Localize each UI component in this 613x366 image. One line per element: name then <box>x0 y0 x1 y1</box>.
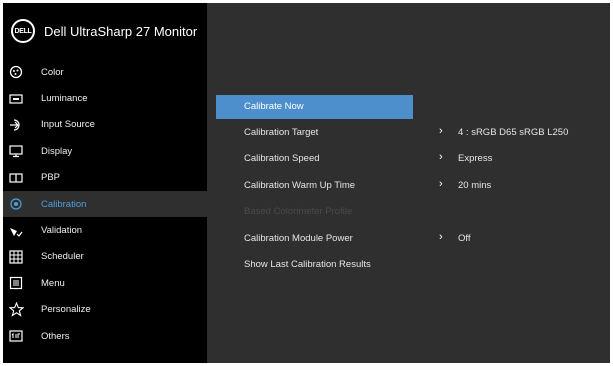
calibration-warm-up-item[interactable]: Calibration Warm Up Time › 20 mins <box>216 174 606 198</box>
sidebar-item-label: PBP <box>41 172 61 184</box>
item-label: Calibration Warm Up Time <box>244 180 356 191</box>
sidebar-item-label: Menu <box>41 277 65 289</box>
model-title: Dell UltraSharp 27 Monitor <box>44 24 198 39</box>
sidebar-item-luminance[interactable]: Luminance <box>3 85 207 111</box>
sidebar-item-calibration[interactable]: Calibration <box>3 190 207 218</box>
sidebar-item-label: Luminance <box>41 93 88 105</box>
osd-window: DELL Dell UltraSharp 27 Monitor Color Lu… <box>3 3 610 363</box>
sidebar-item-label: Others <box>41 330 70 342</box>
sidebar-item-validation[interactable]: Validation <box>3 217 207 243</box>
chevron-right-icon: › <box>439 178 443 190</box>
calibration-module-power-item[interactable]: Calibration Module Power › Off <box>216 227 606 251</box>
sidebar-item-personalize[interactable]: Personalize <box>3 297 207 323</box>
sidebar-item-display[interactable]: Display <box>3 138 207 164</box>
sidebar-menu: Color Luminance Input Source Display PBP… <box>3 59 207 349</box>
item-label: Calibrate Now <box>244 101 304 112</box>
chevron-right-icon: › <box>439 125 443 137</box>
sidebar-item-label: Personalize <box>41 304 91 316</box>
item-label: Calibration Speed <box>244 153 320 164</box>
calibration-icon <box>8 196 24 212</box>
header: DELL Dell UltraSharp 27 Monitor <box>3 15 207 49</box>
sidebar-item-color[interactable]: Color <box>3 59 207 85</box>
calibrate-now-item[interactable]: Calibrate Now <box>216 95 606 119</box>
chevron-right-icon: › <box>439 151 443 163</box>
item-value: Off <box>458 233 471 244</box>
item-value: Express <box>458 153 493 164</box>
chevron-right-icon: › <box>439 231 443 243</box>
dell-logo: DELL <box>11 19 35 43</box>
others-icon <box>8 328 24 344</box>
sidebar-item-others[interactable]: Others <box>3 323 207 349</box>
calibration-speed-item[interactable]: Calibration Speed › Express <box>216 147 606 171</box>
sidebar-item-label: Display <box>41 145 73 157</box>
item-label: Calibration Module Power <box>244 233 353 244</box>
based-colorimeter-profile-item: Based Colorimeter Profile <box>216 200 606 224</box>
sidebar-item-pbp[interactable]: PBP <box>3 165 207 191</box>
validation-icon <box>8 223 24 239</box>
show-last-calibration-results-item[interactable]: Show Last Calibration Results <box>216 253 606 277</box>
sidebar: DELL Dell UltraSharp 27 Monitor Color Lu… <box>3 3 207 363</box>
sidebar-item-label: Validation <box>41 225 83 237</box>
star-icon <box>8 302 24 318</box>
item-label: Based Colorimeter Profile <box>244 206 353 217</box>
calibration-target-item[interactable]: Calibration Target › 4 : sRGB D65 sRGB L… <box>216 121 606 145</box>
sidebar-item-input-source[interactable]: Input Source <box>3 112 207 138</box>
scheduler-icon <box>8 249 24 265</box>
menu-icon <box>8 275 24 291</box>
sidebar-item-label: Color <box>41 66 64 78</box>
calibration-panel: Calibrate Now Calibration Target › 4 : s… <box>207 3 610 363</box>
display-icon <box>8 143 24 159</box>
luminance-icon <box>8 91 24 107</box>
item-value: 20 mins <box>458 180 492 191</box>
input-source-icon <box>8 117 24 133</box>
sidebar-item-label: Scheduler <box>41 251 84 263</box>
item-label: Show Last Calibration Results <box>244 259 371 270</box>
item-label: Calibration Target <box>244 127 319 138</box>
color-icon <box>8 64 24 80</box>
item-value: 4 : sRGB D65 sRGB L250 <box>458 127 569 138</box>
sidebar-item-scheduler[interactable]: Scheduler <box>3 244 207 270</box>
pbp-icon <box>8 170 24 186</box>
sidebar-item-label: Calibration <box>41 198 87 210</box>
sidebar-item-label: Input Source <box>41 119 95 131</box>
sidebar-item-menu[interactable]: Menu <box>3 270 207 296</box>
